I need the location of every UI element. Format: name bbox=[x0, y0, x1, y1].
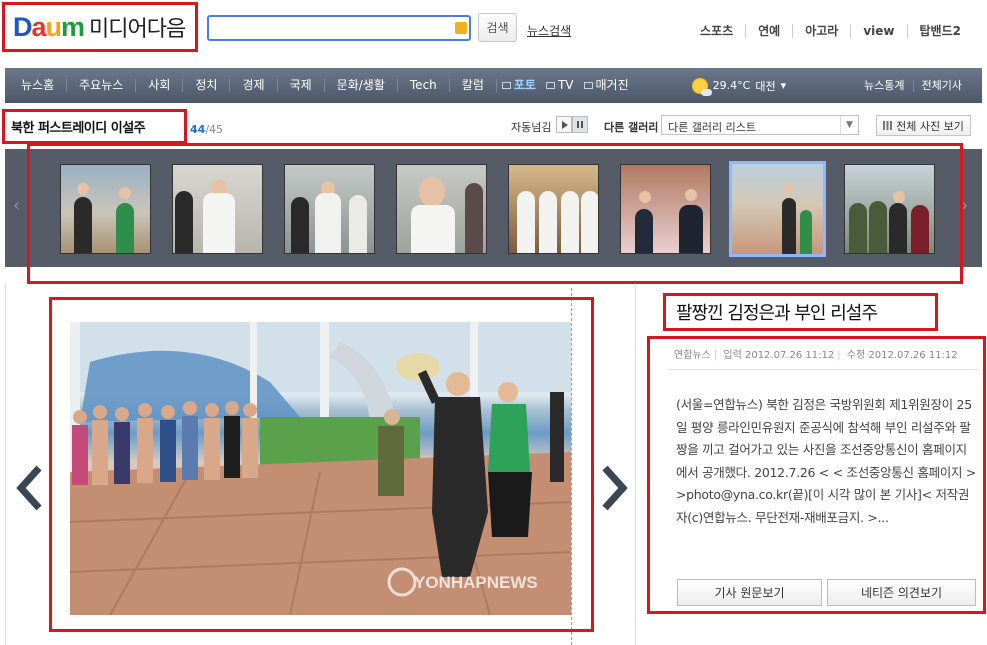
logo[interactable]: Daum 미디어다음 bbox=[2, 2, 198, 52]
view-netizen-opinions-button[interactable]: 네티즌 의견보기 bbox=[827, 579, 976, 606]
gallery-title-box: 북한 퍼스트레이디 이설주 bbox=[2, 109, 187, 144]
nav-item-tv[interactable]: TV bbox=[541, 79, 579, 92]
photo-icon bbox=[501, 82, 511, 89]
magazine-icon bbox=[583, 82, 593, 89]
gallery-title: 북한 퍼스트레이디 이설주 bbox=[11, 121, 146, 136]
nav-item-top-news[interactable]: 주요뉴스 bbox=[67, 79, 137, 92]
weather-city: 대전 bbox=[755, 79, 776, 93]
nav-item-column[interactable]: 칼럼 bbox=[450, 79, 497, 92]
daum-logo-icon: Daum bbox=[13, 11, 85, 42]
nav-right-links: 뉴스통계 전체기사 bbox=[856, 79, 982, 92]
search-button[interactable]: 검색 bbox=[478, 13, 517, 42]
partly-sunny-icon bbox=[691, 77, 712, 96]
gallery-select[interactable]: 다른 갤러리 리스트 ▼ bbox=[661, 115, 859, 135]
nav-item-international[interactable]: 국제 bbox=[278, 79, 325, 92]
nav-item-news-home[interactable]: 뉴스홈 bbox=[9, 79, 68, 92]
nav-item-tech[interactable]: Tech bbox=[398, 79, 450, 92]
gallery-current-index: 44 bbox=[190, 123, 206, 136]
nav-item-culture[interactable]: 문화/생활 bbox=[325, 79, 398, 92]
other-gallery-label: 다른 갤러리 bbox=[604, 121, 659, 134]
article-edit-time: 2012.07.26 11:12 bbox=[868, 350, 958, 361]
divider bbox=[635, 283, 636, 645]
top-links: 스포츠 연예 아고라 view 탑밴드2 bbox=[688, 24, 973, 38]
main-photo-highlight bbox=[49, 297, 594, 632]
play-icon[interactable] bbox=[556, 116, 572, 133]
article-input-time: 2012.07.26 11:12 bbox=[744, 350, 835, 361]
article-body: (서울=연합뉴스) 북한 김정은 국방위원회 제1위원장이 25일 평양 릉라인… bbox=[676, 397, 977, 525]
top-link-agora[interactable]: 아고라 bbox=[792, 24, 850, 38]
pause-icon[interactable] bbox=[572, 116, 588, 133]
divider bbox=[5, 283, 6, 645]
logo-subtitle: 미디어다음 bbox=[89, 17, 186, 42]
article-title-box: 팔짱낀 김정은과 부인 리설주 bbox=[663, 293, 938, 331]
nav-item-society[interactable]: 사회 bbox=[136, 79, 184, 92]
top-link-topband[interactable]: 탑밴드2 bbox=[906, 24, 973, 38]
top-link-sports[interactable]: 스포츠 bbox=[688, 24, 745, 38]
search-toggle-icon[interactable] bbox=[455, 22, 467, 34]
nav-item-photo[interactable]: 포토 bbox=[497, 79, 541, 92]
article-edit-label: 수정 bbox=[846, 350, 866, 361]
nav-link-all-articles[interactable]: 전체기사 bbox=[912, 79, 970, 92]
nav-item-politics[interactable]: 정치 bbox=[183, 79, 231, 92]
weather-widget[interactable]: 29.4°C 대전 ▾ bbox=[691, 77, 787, 96]
article-title: 팔짱낀 김정은과 부인 리설주 bbox=[676, 303, 878, 324]
prev-photo-icon[interactable] bbox=[15, 465, 45, 511]
news-search-link[interactable]: 뉴스검색 bbox=[527, 22, 571, 39]
top-link-view[interactable]: view bbox=[850, 24, 906, 38]
article-input-label: 입력 bbox=[723, 350, 742, 361]
gallery-select-value: 다른 갤러리 리스트 bbox=[668, 121, 756, 134]
top-link-entertainment[interactable]: 연예 bbox=[745, 24, 792, 38]
search-input[interactable] bbox=[207, 15, 471, 41]
gallery-total: /45 bbox=[205, 123, 224, 136]
grid-icon bbox=[883, 121, 893, 130]
chevron-down-icon: ▼ bbox=[840, 116, 858, 134]
all-photos-label: 전체 사진 보기 bbox=[896, 119, 964, 133]
weather-temperature: 29.4°C bbox=[712, 79, 751, 92]
divider bbox=[668, 369, 978, 370]
main-nav: 뉴스홈 주요뉴스 사회 정치 경제 국제 문화/생활 Tech 칼럼 포토 TV… bbox=[5, 68, 982, 103]
nav-link-news-stats[interactable]: 뉴스통계 bbox=[856, 79, 912, 92]
next-photo-icon[interactable] bbox=[599, 465, 629, 511]
article-source: 연합뉴스 bbox=[674, 350, 711, 361]
strip-prev-icon[interactable]: ‹ bbox=[13, 195, 20, 216]
autoplay-label: 자동넘김 bbox=[511, 121, 552, 134]
chevron-down-icon: ▾ bbox=[780, 79, 787, 92]
tv-icon bbox=[545, 82, 555, 89]
all-photos-button[interactable]: 전체 사진 보기 bbox=[876, 115, 971, 136]
thumbnail-strip-highlight bbox=[27, 143, 963, 284]
nav-item-economy[interactable]: 경제 bbox=[230, 79, 278, 92]
gallery-counter: 44/45 bbox=[190, 123, 223, 136]
nav-item-magazine[interactable]: 매거진 bbox=[579, 79, 634, 92]
article-meta: 연합뉴스 | 입력 2012.07.26 11:12 | 수정 2012.07.26… bbox=[674, 350, 958, 361]
view-original-article-button[interactable]: 기사 원문보기 bbox=[677, 579, 822, 606]
